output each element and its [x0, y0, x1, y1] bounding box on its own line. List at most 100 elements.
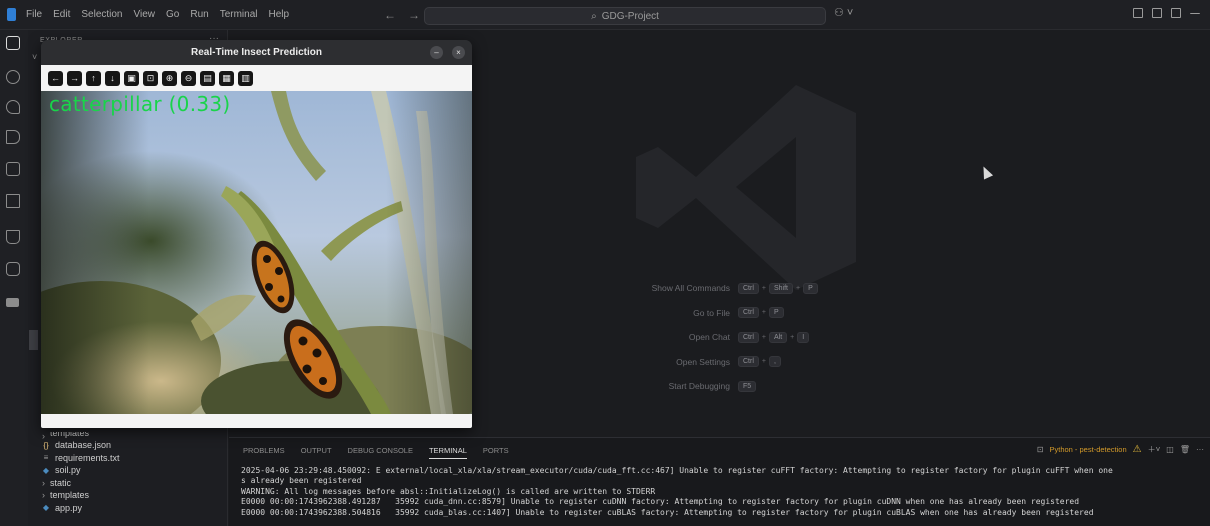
zoom-fit-icon[interactable]: ▣: [124, 70, 139, 86]
trash-icon[interactable]: 🗑: [1180, 445, 1190, 454]
command-center-search[interactable]: ⌕ GDG-Project: [424, 7, 826, 25]
window-title-bar[interactable]: Real-Time Insect Prediction – ×: [41, 40, 472, 65]
opencv-prediction-window[interactable]: Real-Time Insect Prediction – × ← → ↑ ↓ ▣ ⊡ ⊕ ⊖…: [41, 40, 472, 428]
shortcut-open-chat: Open Chat Ctrl + Alt + I: [609, 325, 849, 350]
pan-left-icon[interactable]: ←: [48, 70, 63, 86]
key-cap: P: [803, 282, 818, 294]
pan-down-icon[interactable]: ↓: [105, 70, 120, 86]
search-icon[interactable]: [6, 70, 20, 84]
plus-separator: +: [761, 284, 766, 292]
menu-help[interactable]: Help: [269, 9, 290, 20]
arrow-left-icon[interactable]: ←: [384, 8, 396, 22]
file-tree: › templates{} database.json ≡ requirements.t…: [28, 432, 228, 514]
key-cap: P: [768, 307, 784, 319]
window-controls: [1133, 8, 1200, 18]
key-cap: Ctrl: [738, 282, 759, 294]
shortcut-label[interactable]: Go to File: [609, 308, 738, 318]
search-icon: ⌕: [591, 10, 597, 22]
menu-file[interactable]: File: [26, 9, 42, 20]
toggle-sidebar-icon[interactable]: [1133, 8, 1143, 18]
more-actions-icon[interactable]: ···: [1196, 445, 1204, 454]
key-cap: Ctrl: [738, 356, 759, 368]
menu-bar: File Edit Selection View Go Run Terminal Help: [26, 9, 289, 20]
menu-view[interactable]: View: [134, 9, 156, 20]
workspace-name: GDG-Project: [601, 10, 659, 22]
tab-ports[interactable]: PORTS: [483, 446, 509, 459]
plus-separator: +: [761, 358, 766, 366]
python-icon: ◆: [42, 503, 50, 513]
shortcut-go-to-file: Go to File Ctrl + P: [609, 301, 849, 326]
key-cap: F5: [738, 380, 757, 392]
terminal-instance-name[interactable]: Python - pest-detection: [1050, 445, 1127, 454]
pan-right-icon[interactable]: →: [67, 70, 82, 86]
plus-separator: +: [796, 284, 801, 292]
split-terminal-icon[interactable]: ◫: [1166, 445, 1174, 454]
zoom-in-icon[interactable]: ⊕: [162, 70, 177, 86]
menu-selection[interactable]: Selection: [81, 9, 122, 20]
mouse-pointer-icon: [978, 164, 994, 180]
save-image-icon[interactable]: ▤: [200, 70, 215, 86]
toggle-panel-icon[interactable]: [1152, 8, 1162, 18]
key-cap: Alt: [768, 331, 788, 343]
file-app-py[interactable]: ◆ app.py: [28, 502, 228, 515]
tab-terminal[interactable]: TERMINAL: [428, 446, 467, 459]
folder-templates[interactable]: › templates: [28, 432, 228, 439]
zoom-original-icon[interactable]: ⊡: [143, 70, 158, 86]
tab-debug-console[interactable]: DEBUG CONSOLE: [348, 446, 413, 459]
sidebar-scrollbar[interactable]: [29, 330, 38, 350]
flask-icon[interactable]: [6, 230, 20, 244]
keybinding: Ctrl +,: [738, 356, 781, 368]
menu-run[interactable]: Run: [190, 9, 208, 20]
shortcut-label[interactable]: Open Settings: [609, 357, 738, 367]
properties-icon[interactable]: ▦: [219, 70, 234, 86]
minimize-button[interactable]: –: [430, 46, 443, 59]
chevron-right-icon: ›: [42, 477, 45, 488]
expanded-gui-icon[interactable]: ▥: [238, 70, 253, 86]
file-requirements-txt[interactable]: ≡ requirements.txt: [28, 452, 228, 465]
docker-icon[interactable]: [6, 298, 19, 307]
shortcut-open-settings: Open Settings Ctrl +,: [609, 350, 849, 375]
file-database-json[interactable]: {} database.json: [28, 439, 228, 452]
prediction-label: catterpillar (0.33): [49, 92, 231, 116]
chevron-down-icon[interactable]: ˅: [32, 52, 37, 62]
shortcut-label[interactable]: Show All Commands: [609, 283, 738, 293]
folder-static[interactable]: › static: [28, 477, 228, 490]
menu-go[interactable]: Go: [166, 9, 179, 20]
terminal-line: 2025-04-06 23:29:48.450092: E external/l…: [241, 466, 1113, 475]
menu-edit[interactable]: Edit: [53, 9, 70, 20]
new-terminal-icon[interactable]: ＋˅: [1148, 444, 1161, 455]
terminal-line: WARNING: All log messages before absl::I…: [241, 486, 656, 496]
file-label: database.json: [55, 440, 112, 451]
run-and-debug-icon[interactable]: [6, 130, 20, 144]
zoom-out-icon[interactable]: ⊖: [181, 70, 196, 86]
folder-templates[interactable]: › templates: [28, 489, 228, 502]
key-cap: ,: [768, 356, 781, 368]
insect-photo: [41, 91, 472, 414]
warning-icon[interactable]: ⚠: [1133, 444, 1142, 455]
file-soil-py[interactable]: ◆ soil.py: [28, 464, 228, 477]
accounts-icon[interactable]: ⚇ ˅: [834, 6, 853, 19]
tab-problems[interactable]: PROBLEMS: [243, 446, 285, 459]
menu-terminal[interactable]: Terminal: [220, 9, 258, 20]
shortcut-label[interactable]: Open Chat: [609, 332, 738, 342]
key-cap: Ctrl: [738, 331, 759, 343]
chevron-right-icon: ›: [42, 432, 45, 439]
keybinding: F5: [738, 380, 757, 392]
testing-icon[interactable]: [6, 162, 20, 176]
file-label: templates: [50, 490, 90, 501]
explorer-files-icon[interactable]: [6, 36, 20, 50]
source-control-icon[interactable]: [6, 100, 20, 114]
plus-separator: +: [761, 333, 766, 341]
extensions-icon[interactable]: [6, 194, 20, 208]
pan-up-icon[interactable]: ↑: [86, 70, 101, 86]
terminal-output[interactable]: 2025-04-06 23:29:48.450092: E external/l…: [241, 466, 1210, 518]
toggle-secondary-sidebar-icon[interactable]: [1171, 8, 1181, 18]
remote-explorer-icon[interactable]: [6, 262, 20, 276]
close-button[interactable]: ×: [452, 46, 465, 59]
terminal-line: E0000 00:00:1743962388.504816 35992 cuda…: [241, 507, 1094, 517]
arrow-right-icon[interactable]: →: [408, 8, 420, 22]
shortcut-label[interactable]: Start Debugging: [609, 381, 738, 391]
minimize-window-icon[interactable]: [1190, 8, 1200, 14]
tab-output[interactable]: OUTPUT: [301, 446, 332, 459]
image-toolbar: ← → ↑ ↓ ▣ ⊡ ⊕ ⊖ ▤ ▦ ▥: [41, 65, 472, 91]
